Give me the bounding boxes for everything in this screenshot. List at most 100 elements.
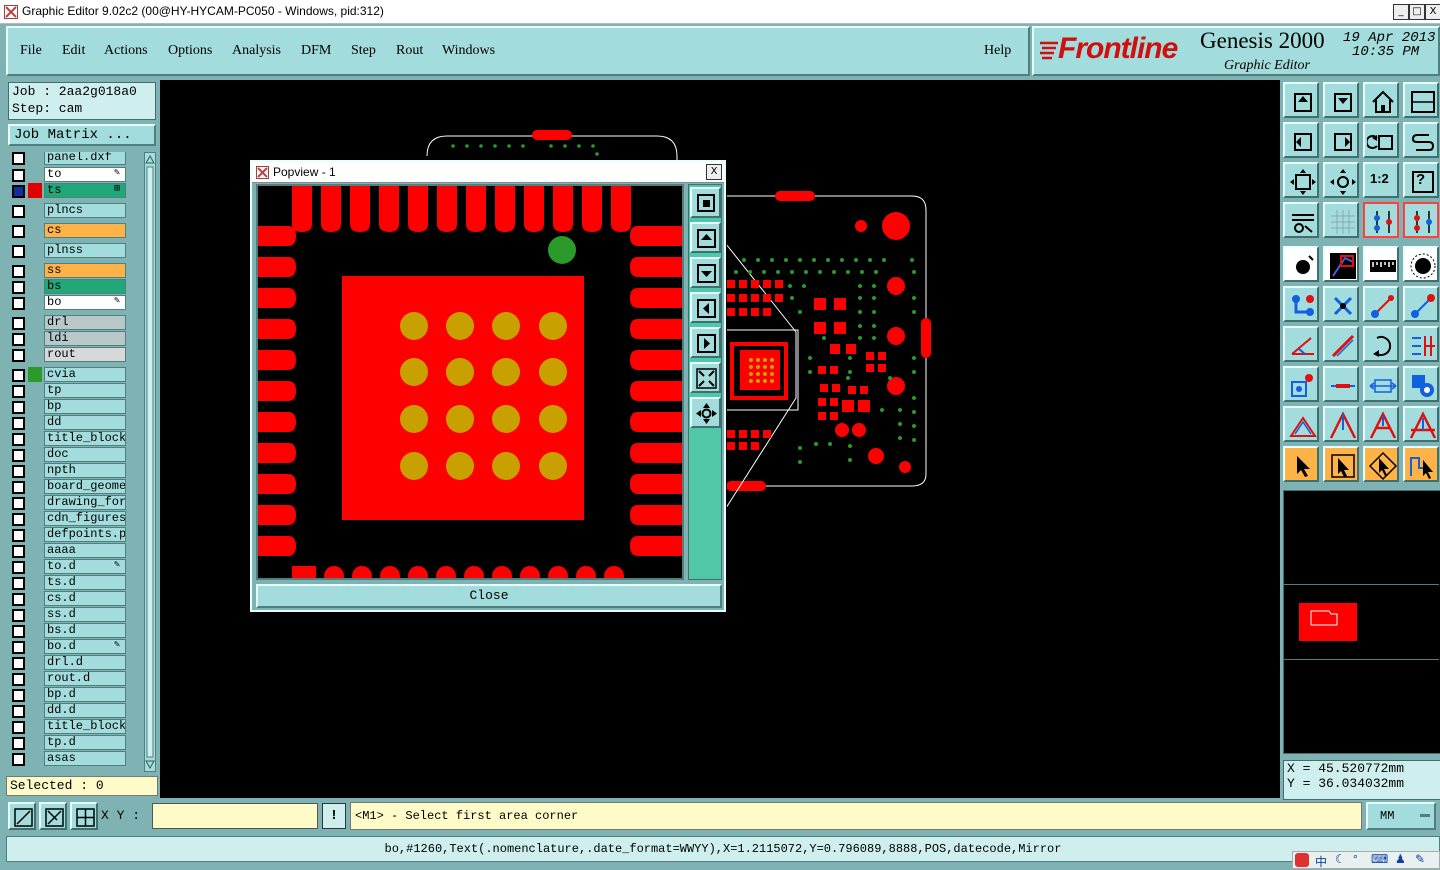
route-line-icon[interactable] — [1363, 286, 1399, 322]
zoom-home-icon[interactable] — [690, 397, 721, 428]
layer-row[interactable]: rout.d — [8, 671, 142, 686]
layer-row[interactable]: dd — [8, 415, 142, 430]
layer-name[interactable]: title_block — [44, 719, 126, 734]
measure-tools-icon[interactable] — [1283, 202, 1319, 238]
layer-name[interactable]: ss — [44, 263, 126, 278]
layer-row[interactable]: dd.d — [8, 703, 142, 718]
delete-cross-icon[interactable] — [1323, 286, 1359, 322]
overview-window[interactable] — [1283, 490, 1440, 754]
punctuation-icon[interactable]: ° — [1353, 852, 1358, 866]
layer-row[interactable]: aaaa — [8, 543, 142, 558]
popview-close-button[interactable]: Close — [256, 584, 722, 608]
layer-checkbox[interactable] — [12, 449, 25, 462]
layer-checkbox[interactable] — [12, 625, 25, 638]
layer-name[interactable]: cs — [44, 223, 126, 238]
layer-name[interactable]: asas — [44, 751, 126, 766]
layer-row[interactable]: doc — [8, 447, 142, 462]
layer-row[interactable]: cdn_figures — [8, 511, 142, 526]
layer-checkbox[interactable] — [12, 673, 25, 686]
layer-checkbox[interactable] — [12, 205, 25, 218]
layer-name[interactable]: plnss — [44, 243, 126, 258]
layer-checkbox[interactable] — [12, 385, 25, 398]
layer-name[interactable]: defpoints.pa — [44, 527, 126, 542]
layer-name[interactable]: board_geomet — [44, 479, 126, 494]
layer-name[interactable]: plncs — [44, 203, 126, 218]
layer-name[interactable]: rout — [44, 347, 126, 362]
units-selector[interactable]: MM — [1366, 802, 1436, 830]
split-window-icon[interactable] — [1403, 82, 1439, 118]
layer-checkbox[interactable] — [12, 465, 25, 478]
grid-icon[interactable] — [1323, 202, 1359, 238]
select-net-icon[interactable] — [1403, 446, 1439, 482]
layer-row[interactable]: drawing_forn — [8, 495, 142, 510]
layer-checkbox[interactable] — [12, 705, 25, 718]
layer-row[interactable]: plncs — [8, 203, 142, 218]
save-icon[interactable] — [1323, 82, 1359, 118]
layer-row[interactable]: rout — [8, 347, 142, 362]
menu-dfm[interactable]: DFM — [301, 43, 331, 59]
add-line-icon[interactable] — [1283, 286, 1319, 322]
layer-row[interactable]: cvia — [8, 367, 142, 382]
layer-checkbox[interactable] — [12, 497, 25, 510]
route-point-icon[interactable] — [1403, 286, 1439, 322]
layer-checkbox[interactable] — [12, 152, 25, 165]
layer-color-swatch[interactable] — [28, 367, 42, 382]
layer-name[interactable]: tp.d — [44, 735, 126, 750]
layer-name[interactable]: drawing_forn — [44, 495, 126, 510]
pan-down-icon[interactable] — [690, 257, 721, 288]
layer-checkbox[interactable] — [12, 265, 25, 278]
layer-checkbox[interactable] — [12, 417, 25, 430]
user-icon[interactable]: ♟ — [1395, 852, 1406, 866]
pad-add-icon[interactable] — [1283, 246, 1319, 282]
layer-color-swatch[interactable] — [28, 183, 42, 198]
layer-row[interactable]: tp.d — [8, 735, 142, 750]
layer-checkbox[interactable] — [12, 593, 25, 606]
info-button[interactable]: ! — [322, 803, 346, 829]
pointer-icon[interactable] — [1283, 446, 1319, 482]
stretch-icon[interactable] — [1363, 366, 1399, 402]
zoom-center-icon[interactable] — [1323, 162, 1359, 198]
layer-checkbox[interactable] — [12, 317, 25, 330]
popview-canvas[interactable] — [256, 184, 684, 586]
layer-name[interactable]: cdn_figures — [44, 511, 126, 526]
undo-zoom-icon[interactable] — [1363, 122, 1399, 158]
pan-left-icon[interactable] — [690, 292, 721, 323]
wrench-icon[interactable]: ✎ — [1415, 852, 1425, 866]
zoom-fit-profile-icon[interactable] — [1283, 162, 1319, 198]
zoom-box-icon[interactable] — [690, 187, 721, 218]
layer-checkbox[interactable] — [12, 545, 25, 558]
moon-icon[interactable]: ☾ — [1335, 852, 1346, 866]
arch-icon[interactable] — [1363, 406, 1399, 442]
layer-name[interactable]: cs.d — [44, 591, 126, 606]
layer-checkbox[interactable] — [12, 529, 25, 542]
menu-analysis[interactable]: Analysis — [232, 43, 281, 59]
close-window-button[interactable]: X — [1425, 4, 1440, 20]
layer-name[interactable]: ss.d — [44, 607, 126, 622]
layer-row[interactable]: asas — [8, 751, 142, 766]
layer-name[interactable]: drl — [44, 315, 126, 330]
shapes-icon[interactable] — [1403, 366, 1439, 402]
menu-options[interactable]: Options — [168, 43, 212, 59]
layer-row[interactable]: bo ✎ — [8, 295, 142, 310]
layer-name[interactable]: dd.d — [44, 703, 126, 718]
select-diamond-icon[interactable] — [1363, 446, 1399, 482]
layer-name[interactable]: aaaa — [44, 543, 126, 558]
pan-right-icon[interactable] — [690, 327, 721, 358]
menu-edit[interactable]: Edit — [62, 43, 85, 59]
layer-checkbox[interactable] — [12, 245, 25, 258]
layer-name[interactable]: bs — [44, 279, 126, 294]
layer-row[interactable]: to.d ✎ — [8, 559, 142, 574]
layer-checkbox[interactable] — [12, 609, 25, 622]
layer-row[interactable]: ss.d — [8, 607, 142, 622]
layer-row[interactable]: title_block — [8, 431, 142, 446]
layer-name[interactable]: drl.d — [44, 655, 126, 670]
layer-row[interactable]: drl — [8, 315, 142, 330]
layer-checkbox[interactable] — [12, 513, 25, 526]
net-compare-icon[interactable] — [1403, 202, 1439, 238]
select-box-icon[interactable] — [1323, 446, 1359, 482]
help-question-button[interactable]: ? — [1403, 162, 1439, 198]
layer-row[interactable]: bo.d ✎ — [8, 639, 142, 654]
layer-checkbox[interactable] — [12, 561, 25, 574]
triangle-icon[interactable] — [1403, 406, 1439, 442]
layer-row[interactable]: cs.d — [8, 591, 142, 606]
